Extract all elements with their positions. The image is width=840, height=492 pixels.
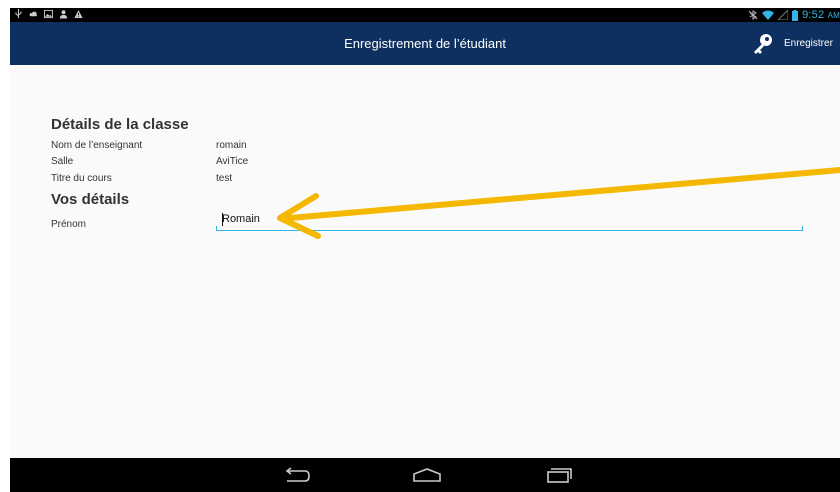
course-title-label: Titre du cours (51, 173, 112, 184)
usb-icon (15, 9, 22, 19)
back-icon (285, 467, 310, 482)
your-details-heading: Vos détails (51, 191, 130, 208)
recent-apps-button[interactable] (541, 464, 577, 486)
room-value: AviTice (216, 156, 249, 167)
image-icon (44, 9, 53, 19)
class-details-heading: Détails de la classe (51, 116, 189, 133)
warning-icon (74, 9, 83, 19)
teacher-name-value: romain (216, 140, 247, 151)
first-name-input[interactable] (222, 213, 782, 225)
action-bar: Enregistrement de l’étudiant Enregistrer (10, 22, 840, 65)
room-label: Salle (51, 156, 74, 167)
first-name-label: Prénom (51, 219, 87, 230)
navigation-bar (10, 458, 840, 492)
back-button[interactable] (279, 464, 315, 486)
tablet-screen: 9:52 AM Enregistrement de l’étudiant Enr… (10, 8, 840, 492)
home-icon (413, 468, 441, 482)
battery-icon (792, 9, 799, 21)
home-button[interactable] (409, 464, 445, 486)
teacher-name-label: Nom de l’enseignant (51, 140, 143, 151)
register-action-button[interactable]: Enregistrer (752, 22, 833, 65)
bluetooth-off-icon (748, 10, 758, 20)
clock: 9:52 AM (802, 9, 840, 21)
status-bar: 9:52 AM (10, 8, 840, 22)
registration-form: Détails de la classe Nom de l’enseignant… (10, 65, 840, 458)
cloud-icon (29, 11, 38, 17)
signal-icon (778, 10, 789, 20)
register-action-label: Enregistrer (784, 38, 833, 49)
system-icons: 9:52 AM (748, 8, 840, 22)
page-title: Enregistrement de l’étudiant (344, 36, 506, 51)
wifi-icon (762, 10, 775, 20)
text-cursor (222, 213, 223, 226)
key-icon (754, 33, 772, 54)
recent-apps-icon (547, 468, 572, 483)
course-title-value: test (216, 173, 233, 184)
first-name-field[interactable] (216, 209, 803, 231)
notification-icons (14, 9, 83, 19)
person-icon (59, 10, 68, 19)
